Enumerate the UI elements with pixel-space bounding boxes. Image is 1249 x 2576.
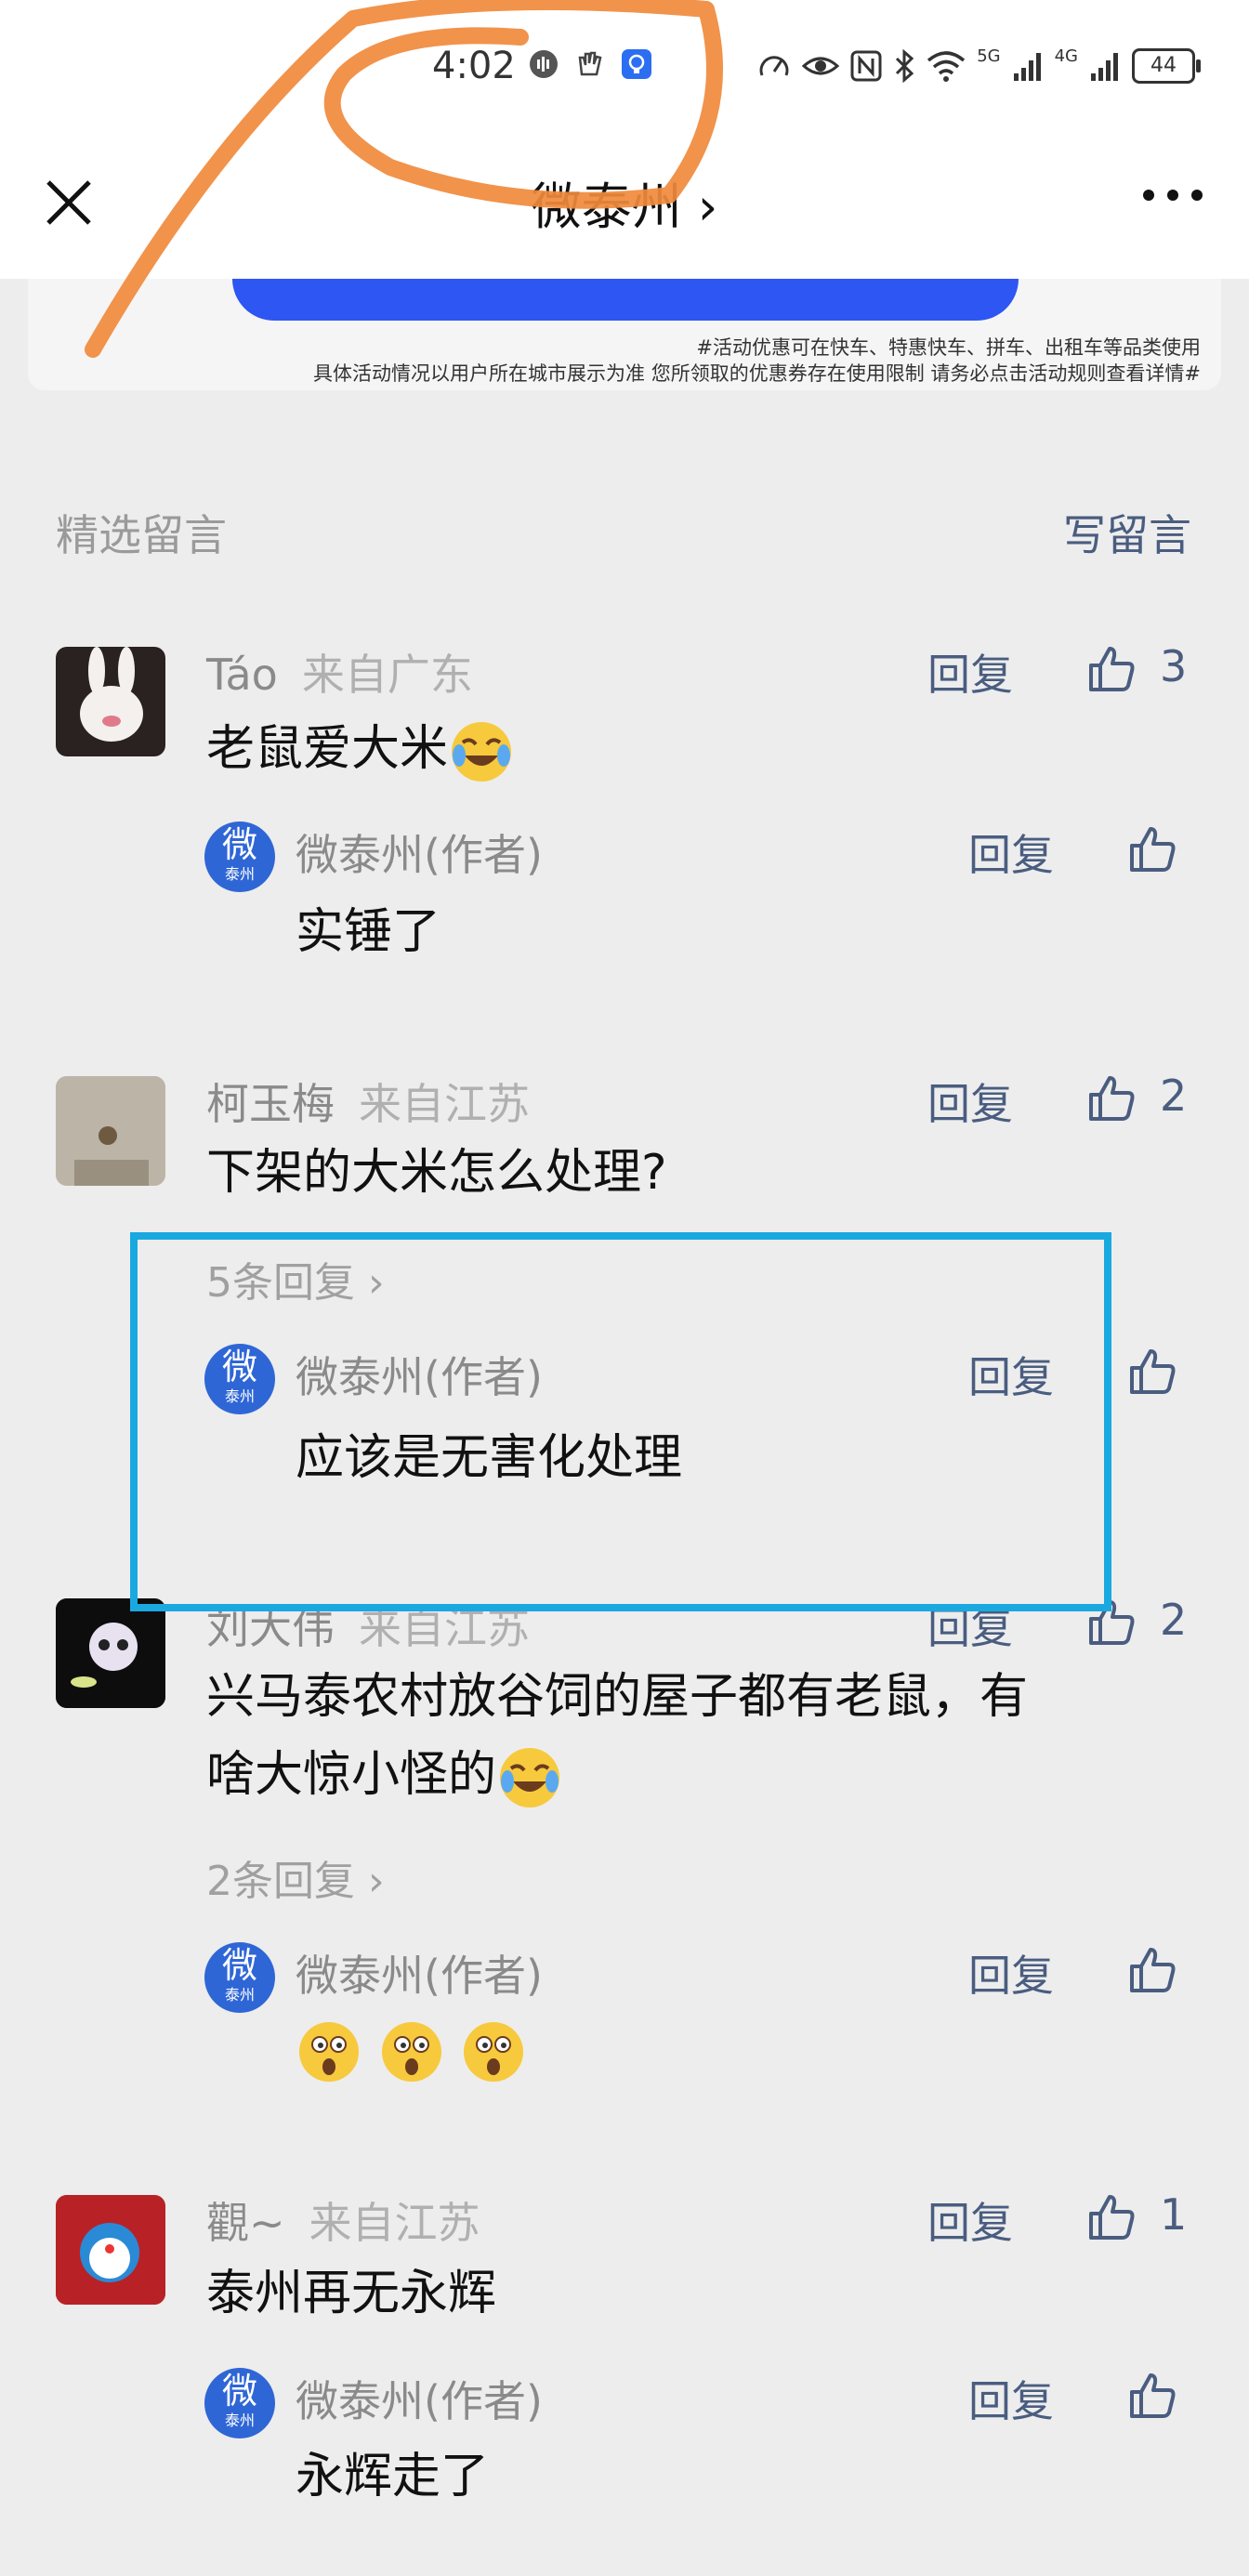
panda-avatar-image xyxy=(56,1598,165,1708)
thumbs-up-icon[interactable] xyxy=(1126,823,1178,875)
comment-text-line-2: 啥大惊小怪的 xyxy=(206,1738,563,1812)
battery-indicator: 44 xyxy=(1132,48,1201,84)
wifi-icon xyxy=(927,51,966,82)
promo-button[interactable] xyxy=(232,279,1019,321)
reply-button[interactable]: 回复 xyxy=(968,2368,1054,2429)
status-icons: 5G 4G 44 xyxy=(757,46,1201,84)
reply-button[interactable]: 回复 xyxy=(927,1071,1013,1132)
like-count: 3 xyxy=(1160,641,1188,691)
page-title[interactable]: 微泰州 › xyxy=(0,165,1249,239)
thumbs-up-icon[interactable] xyxy=(1085,2191,1137,2243)
surprised-emoji xyxy=(381,2022,441,2082)
laugh-cry-emoji xyxy=(452,722,512,782)
like-count: 1 xyxy=(1160,2189,1188,2240)
thumbs-up-icon[interactable] xyxy=(1085,643,1137,695)
reply-emoji-row xyxy=(296,2018,527,2085)
surprised-emoji xyxy=(299,2022,359,2082)
network-5g-label: 5G xyxy=(977,46,1001,66)
thumbs-up-icon[interactable] xyxy=(1085,1072,1137,1124)
speed-icon xyxy=(759,56,789,76)
comment-text: 老鼠爱大米 xyxy=(206,712,515,786)
comment-author: 觀~ 来自江苏 xyxy=(206,2198,480,2248)
network-4g-label: 4G xyxy=(1054,46,1078,66)
eye-icon xyxy=(802,57,840,75)
reply-button[interactable]: 回复 xyxy=(927,2189,1013,2251)
write-comment-button[interactable]: 写留言 xyxy=(1063,502,1191,563)
comment-text: 泰州再无永辉 xyxy=(206,2266,497,2321)
thumbs-up-icon[interactable] xyxy=(1126,1346,1178,1398)
avatar[interactable] xyxy=(56,1076,165,1186)
hand-icon xyxy=(578,51,602,76)
reply-text: 实锤了 xyxy=(296,904,441,960)
avatar[interactable] xyxy=(56,2195,165,2305)
blue-highlight-box-annotation xyxy=(130,1232,1111,1611)
app-notification-icon xyxy=(622,49,651,79)
promo-disclaimer-2: 具体活动情况以用户所在城市展示为准 您所领取的优惠券存在使用限制 请务必点击活动… xyxy=(313,362,1201,385)
status-time: 4:02 xyxy=(432,45,516,87)
author-avatar[interactable]: 微泰州 xyxy=(204,821,275,892)
voice-icon xyxy=(530,50,558,78)
comment-text: 下架的大米怎么处理? xyxy=(206,1145,667,1201)
comments-section-title: 精选留言 xyxy=(56,510,227,560)
reply-button[interactable]: 回复 xyxy=(968,821,1054,883)
reply-author: 微泰州(作者) xyxy=(296,2376,543,2426)
reply-author: 微泰州(作者) xyxy=(296,830,543,880)
reply-button[interactable]: 回复 xyxy=(927,641,1013,703)
like-count: 2 xyxy=(1160,1595,1188,1645)
reply-button[interactable]: 回复 xyxy=(968,1942,1054,2004)
avatar[interactable] xyxy=(56,1598,165,1708)
author-avatar[interactable]: 微泰州 xyxy=(204,1942,275,2013)
laugh-cry-emoji xyxy=(500,1748,560,1807)
surprised-emoji xyxy=(464,2022,524,2082)
more-icon[interactable] xyxy=(1143,190,1203,201)
signal-icon-2 xyxy=(1091,53,1118,81)
comment-author: 柯玉梅 来自江苏 xyxy=(206,1079,530,1129)
promo-banner: #活动优惠可在快车、特惠快车、拼车、出租车等品类使用 具体活动情况以用户所在城市… xyxy=(28,279,1221,390)
reply-text: 永辉走了 xyxy=(296,2449,490,2504)
bluetooth-icon xyxy=(896,49,914,83)
thumbs-up-icon[interactable] xyxy=(1126,1944,1178,1996)
nfc-icon xyxy=(850,50,882,82)
author-avatar[interactable]: 微泰州 xyxy=(204,2368,275,2438)
comment-text-line-1: 兴马泰农村放谷饲的屋子都有老鼠，有 xyxy=(206,1669,1029,1725)
like-count: 2 xyxy=(1160,1071,1188,1121)
more-replies-link[interactable]: 2条回复 › xyxy=(206,1847,385,1907)
thumbs-up-icon[interactable] xyxy=(1126,2370,1178,2422)
signal-icon-1 xyxy=(1013,53,1041,81)
bunny-avatar-image xyxy=(80,647,143,742)
avatar[interactable] xyxy=(56,647,165,756)
reply-author: 微泰州(作者) xyxy=(296,1951,543,2001)
photo-avatar-image xyxy=(56,1076,165,1186)
promo-disclaimer-1: #活动优惠可在快车、特惠快车、拼车、出租车等品类使用 xyxy=(696,336,1201,359)
comment-author: Táo 来自广东 xyxy=(206,650,473,700)
doraemon-avatar-image xyxy=(56,2195,165,2305)
